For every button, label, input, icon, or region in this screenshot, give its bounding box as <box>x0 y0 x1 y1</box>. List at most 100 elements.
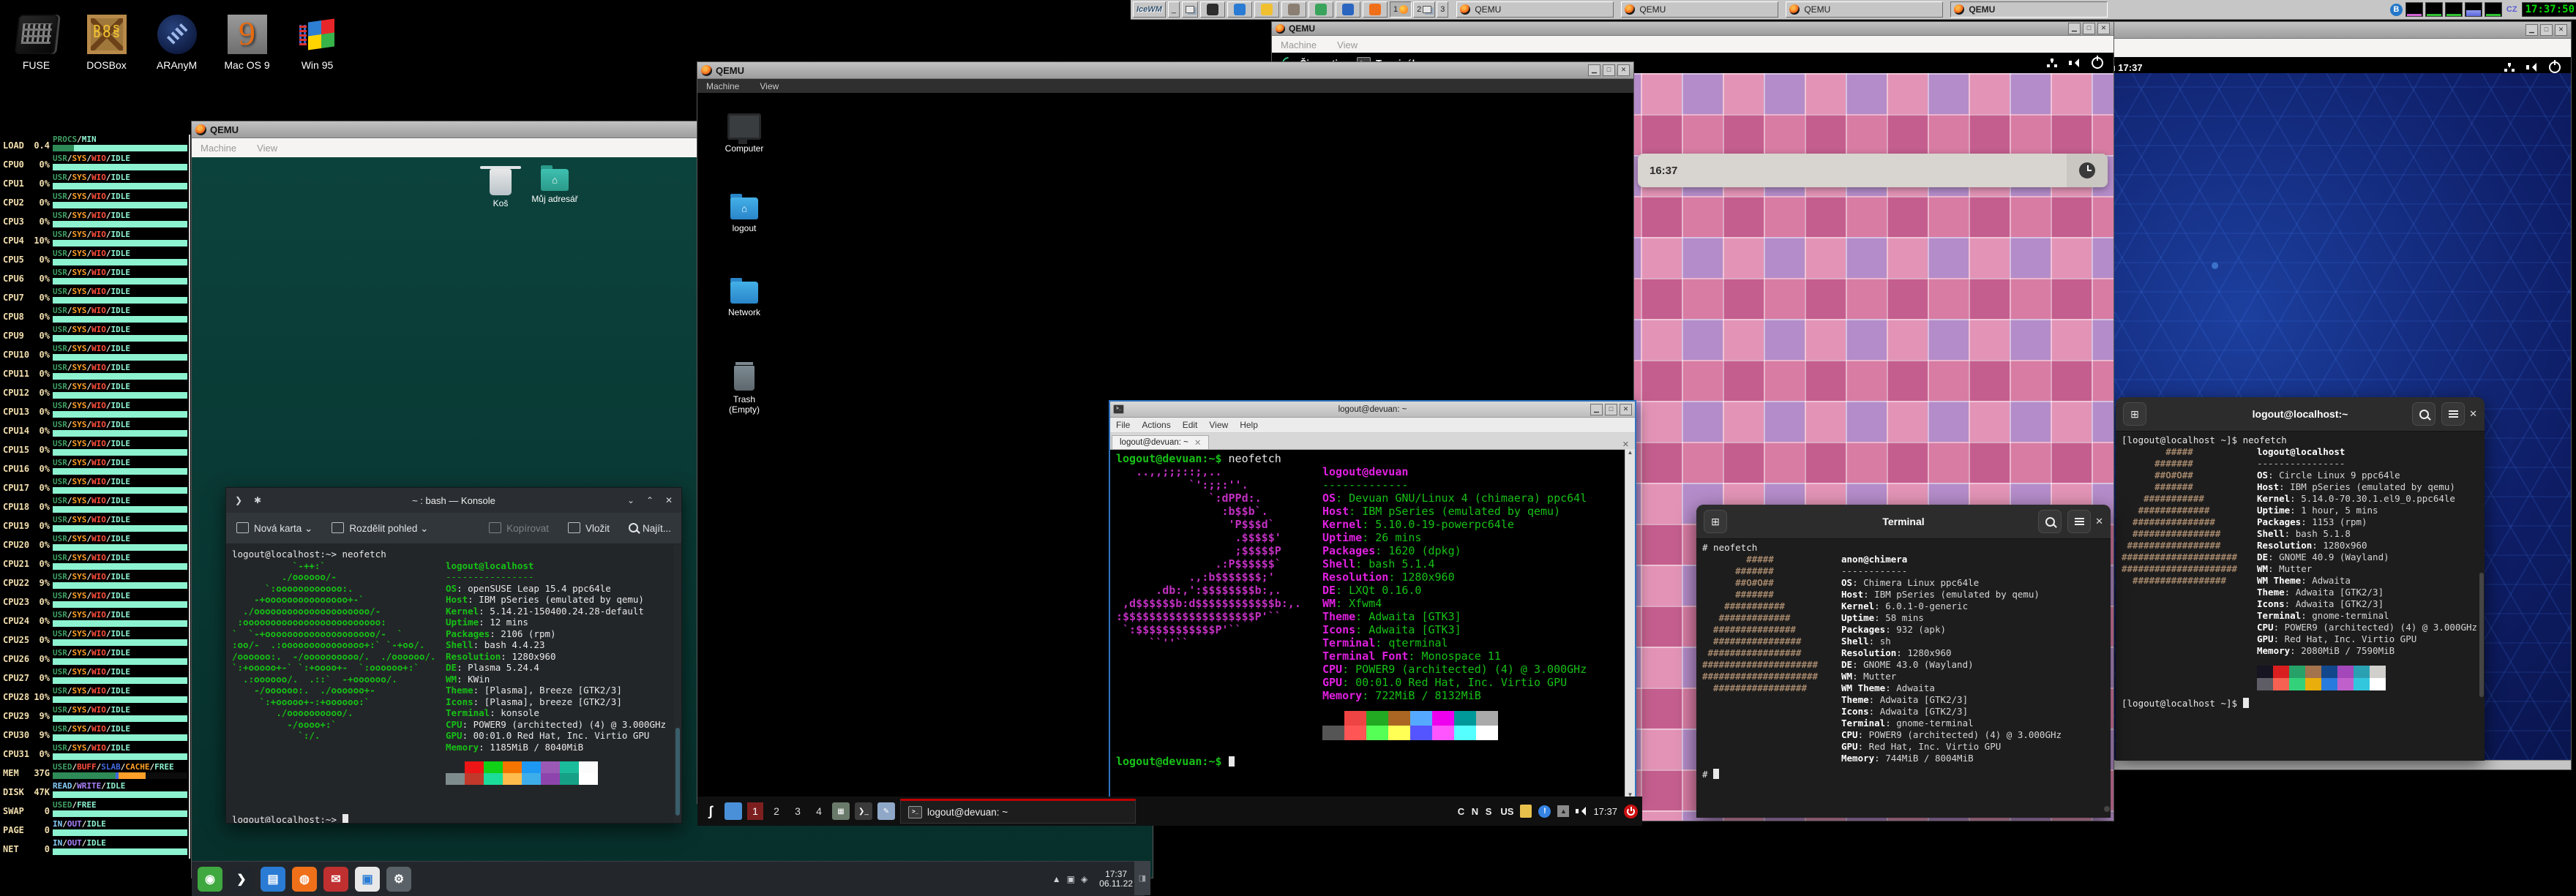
minimize-button[interactable]: ▁ <box>2526 24 2538 36</box>
lxqt-workspace-1[interactable]: 1 <box>747 802 763 820</box>
konsole-launcher[interactable]: ❯ <box>229 867 254 892</box>
menu-edit[interactable]: Edit <box>1183 420 1198 430</box>
scrollbar-thumb[interactable] <box>2104 806 2110 812</box>
konsole-titlebar[interactable]: ❯ ✱ ~ : bash — Konsole ⌄ ⌃ ✕ <box>226 488 681 513</box>
firefox-launcher[interactable] <box>1363 1 1388 18</box>
gimp-launcher[interactable] <box>1281 1 1306 18</box>
taskbar-task-qemu-4[interactable]: QEMU <box>1950 1 2108 18</box>
devuan-titlebar[interactable]: QEMU ▁ □ ✕ <box>697 62 1633 79</box>
menu-view[interactable]: View <box>1209 420 1228 430</box>
file-manager-launcher[interactable] <box>1227 1 1252 18</box>
taskbar-task-qemu-2[interactable]: QEMU <box>1621 1 1778 18</box>
konsole-scrollbar[interactable] <box>674 544 681 823</box>
chimera-qemu-menubar[interactable]: Machine View <box>1272 36 2113 54</box>
thunderbird-launcher[interactable] <box>1336 1 1360 18</box>
tray-monitor-applet[interactable] <box>2405 2 2423 17</box>
power-icon[interactable] <box>2549 61 2561 73</box>
desktop-icon-macos9[interactable]: Mac OS 9 <box>215 15 279 71</box>
chimera-terminal-window[interactable]: ⊞ Terminal ✕ # neofetch ##### ####### ##… <box>1696 505 2111 818</box>
close-icon[interactable]: ✕ <box>2469 408 2477 420</box>
konsole-window[interactable]: ❯ ✱ ~ : bash — Konsole ⌄ ⌃ ✕ Nová karta … <box>225 487 682 824</box>
terminal-launcher[interactable]: ❯_ <box>855 802 872 820</box>
desktop-icon-home-folder[interactable]: ⌂ Můj adresář <box>527 169 583 204</box>
smiley-launcher[interactable] <box>1254 1 1279 18</box>
close-button[interactable]: ✕ <box>1617 64 1630 76</box>
qterminal-scrollbar[interactable]: ▲▼ <box>1625 449 1635 798</box>
minimize-button[interactable]: ▁ <box>1588 64 1600 76</box>
new-tab-button[interactable]: ⊞ <box>1704 510 1727 533</box>
keyboard-state-indicator[interactable]: C N S <box>1458 806 1494 817</box>
tabbar-close-icon[interactable]: ✕ <box>1622 440 1633 449</box>
desktop-icon-computer[interactable]: Computer <box>718 113 771 154</box>
lxqt-clock[interactable]: 17:37 <box>1593 806 1617 817</box>
desktop-icon-win95[interactable]: Win 95 <box>285 15 349 71</box>
workspace-button-2[interactable]: 2 <box>1413 1 1435 18</box>
workspace-button-3[interactable]: 3 <box>1437 1 1448 18</box>
power-button[interactable] <box>1624 805 1638 818</box>
tab-close-icon[interactable]: ✕ <box>1194 437 1202 448</box>
desktop-icon-trash[interactable]: Koš <box>477 169 524 208</box>
terminal-launcher[interactable] <box>1200 1 1225 18</box>
konsole-toolbar[interactable]: Nová karta ⌄ Rozdělit pohled ⌄ Kopírovat… <box>226 513 681 544</box>
scrollbar-thumb[interactable] <box>675 728 680 816</box>
eject-tray-icon[interactable]: ▲ <box>1557 805 1569 817</box>
qemu-window-devuan[interactable]: QEMU ▁ □ ✕ Machine View Computer⌂logoutN… <box>697 62 1633 803</box>
lxqt-panel[interactable]: ʃ1234▦❯_✎>_logout@devuan: ~C N SUS!▲17:3… <box>697 797 1642 826</box>
lxqt-menu-icon[interactable]: ʃ <box>702 802 719 820</box>
qterminal-titlebar[interactable]: >_ logout@devuan: ~ ▁ □ ✕ <box>1110 402 1635 418</box>
kde-taskbar[interactable]: ◉❯▤◍✉▣⚙▲▣◈17:3706.11.22 <box>192 861 1145 896</box>
new-tab-button[interactable]: Nová karta ⌄ <box>236 522 312 535</box>
window-list-button[interactable] <box>1182 1 1198 18</box>
application-launcher-launcher[interactable]: ◉ <box>198 867 222 892</box>
circle-terminal-window[interactable]: ⊞ logout@localhost:~ ✕ [logout@localhost… <box>2116 397 2485 761</box>
maximize-button[interactable]: □ <box>1603 64 1615 76</box>
maximize-button[interactable]: □ <box>1605 404 1617 415</box>
desktop-icon-aranym[interactable]: ARAnyM <box>145 15 209 71</box>
kmail-launcher[interactable]: ✉ <box>323 867 348 892</box>
firefox-launcher[interactable]: ◍ <box>292 867 317 892</box>
tray-arrow-icon[interactable]: ▲ <box>1052 874 1061 884</box>
qterminal-menubar[interactable]: File Actions Edit View Help <box>1110 418 1635 433</box>
chimera-titlebar[interactable]: QEMU ▁ □ ✕ <box>1272 22 2113 36</box>
volume-icon[interactable] <box>2069 59 2080 67</box>
menu-button[interactable] <box>2067 510 2091 533</box>
menu-view[interactable]: View <box>1337 39 1358 50</box>
volume-icon[interactable] <box>1576 807 1587 816</box>
minimize-icon[interactable]: ⌄ <box>624 495 637 505</box>
paste-button[interactable]: Vložit <box>568 522 610 534</box>
notification-banner[interactable]: 16:37 <box>1638 154 2108 187</box>
menu-file[interactable]: File <box>1116 420 1130 430</box>
close-icon[interactable]: ✕ <box>662 495 675 505</box>
tray-network-icon[interactable]: ◈ <box>1081 874 1087 884</box>
menu-help[interactable]: Help <box>1240 420 1258 430</box>
menu-button[interactable] <box>2441 402 2465 426</box>
tray-monitor-applet[interactable] <box>2485 2 2502 17</box>
menu-view[interactable]: View <box>760 81 779 91</box>
maximize-button[interactable]: □ <box>2540 24 2553 36</box>
network-icon[interactable] <box>2047 59 2057 67</box>
show-desktop-icon[interactable] <box>724 802 742 820</box>
pin-icon[interactable]: ✱ <box>251 495 264 505</box>
new-tab-button[interactable]: ⊞ <box>2123 402 2146 426</box>
terminal-tab[interactable]: logout@devuan: ~✕ <box>1112 435 1209 449</box>
icewm-start-button[interactable]: IceWM <box>1133 1 1166 18</box>
libreoffice-launcher[interactable]: ▣ <box>355 867 380 892</box>
power-icon[interactable] <box>2092 57 2103 69</box>
maximize-button[interactable]: □ <box>2083 23 2095 34</box>
settings-launcher[interactable]: ⚙ <box>386 867 411 892</box>
devuan-qemu-menubar[interactable]: Machine View <box>697 79 1633 94</box>
split-view-button[interactable]: Rozdělit pohled ⌄ <box>332 522 428 535</box>
desktop-icon-network[interactable]: Network <box>718 282 771 317</box>
notification-tray-icon[interactable]: ! <box>1538 805 1551 818</box>
desktop-icon-dosbox[interactable]: DOSBox <box>75 15 138 71</box>
kde-clock[interactable]: 17:3706.11.22 <box>1093 870 1139 889</box>
menu-machine[interactable]: Machine <box>1281 39 1317 50</box>
icewm-taskbar[interactable]: IceWM _ 123 QEMUQEMUQEMUQEMU B CZ 17:37:… <box>1131 0 2576 20</box>
close-button[interactable]: ✕ <box>2097 23 2110 34</box>
tray-monitor-applet[interactable] <box>2445 2 2463 17</box>
files-launcher[interactable]: ▦ <box>832 802 850 820</box>
menu-actions[interactable]: Actions <box>1142 420 1170 430</box>
network-icon[interactable] <box>2504 63 2515 72</box>
notes-tray-icon[interactable] <box>1520 805 1532 818</box>
show-desktop-button[interactable]: _ <box>1168 1 1180 18</box>
